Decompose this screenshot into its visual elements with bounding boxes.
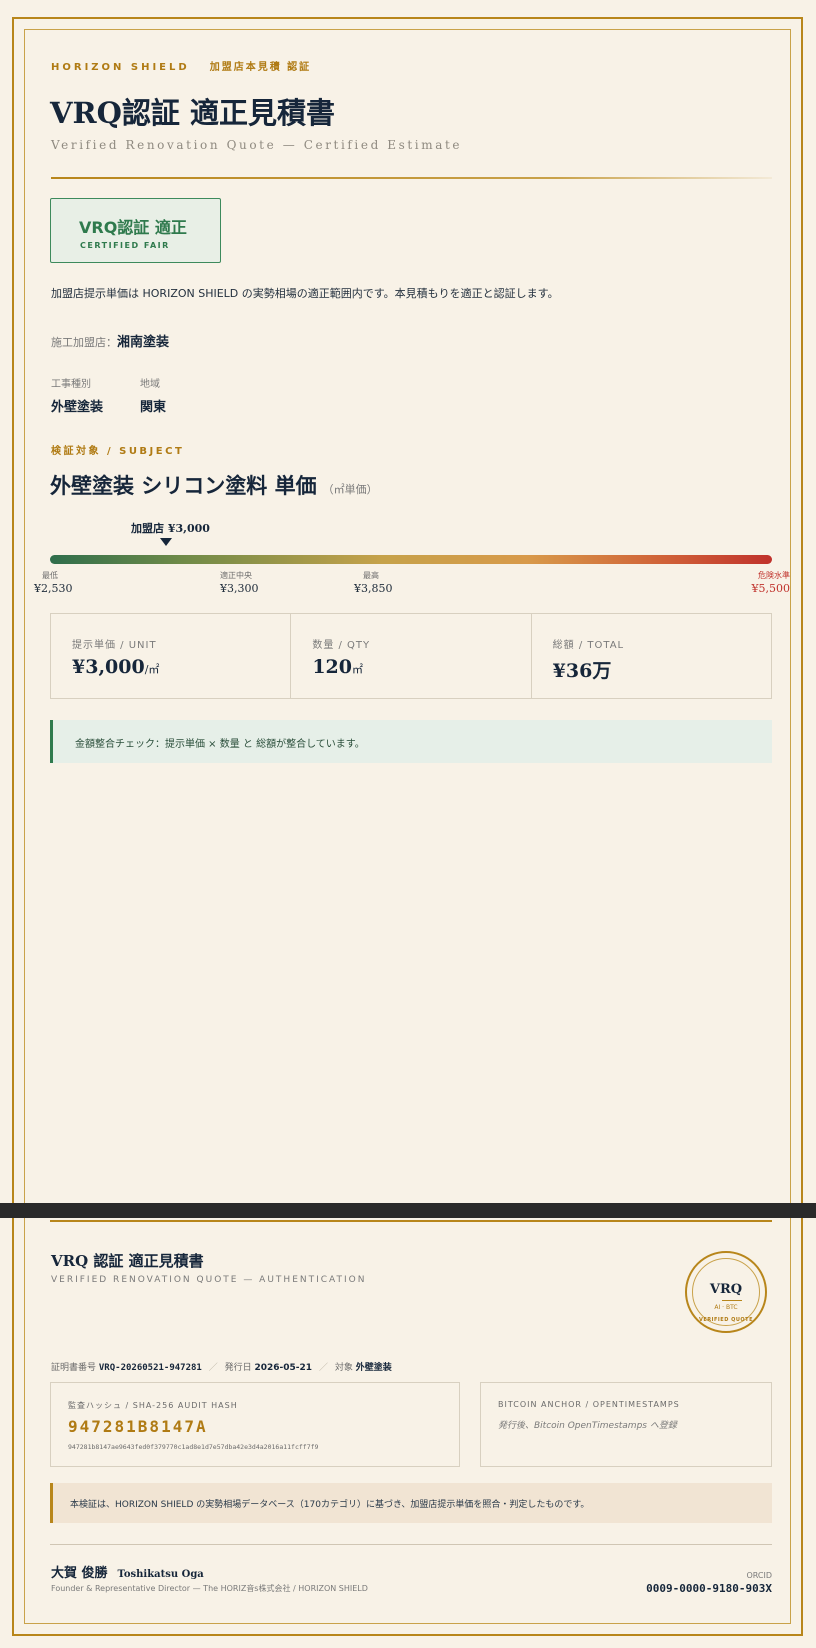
seal-title: VRQ bbox=[709, 1282, 743, 1297]
tick-max-value: ¥3,850 bbox=[354, 582, 393, 595]
page-break-band bbox=[0, 1203, 816, 1218]
tick-max-label: 最高 bbox=[363, 571, 379, 580]
signer-name: 大賀 俊勝 bbox=[51, 1566, 108, 1581]
cert-target: 外壁塗装 bbox=[355, 1363, 392, 1373]
hash-short[interactable]: 947281B8147A bbox=[68, 1417, 208, 1436]
brand-eyebrow: HORIZON SHIELD 加盟店本見積 認証 bbox=[51, 58, 311, 73]
tick-min-value: ¥2,530 bbox=[34, 582, 73, 595]
shop-price-marker-icon bbox=[160, 538, 172, 546]
stamp-subtitle: CERTIFIED FAIR bbox=[80, 241, 170, 250]
shop-name: 湘南塗装 bbox=[117, 335, 170, 350]
certified-fair-stamp: VRQ認証 適正 CERTIFIED FAIR bbox=[50, 198, 221, 263]
tick-danger-value: ¥5,500 bbox=[751, 582, 791, 595]
seal-line2: AI · BTC bbox=[714, 1304, 738, 1311]
tick-center-label: 適正中央 bbox=[220, 571, 252, 580]
cert-subtitle: VERIFIED RENOVATION QUOTE — AUTHENTICATI… bbox=[51, 1275, 367, 1285]
qty-label: 数量 / QTY bbox=[312, 640, 371, 651]
work-type-value: 外壁塗装 bbox=[51, 400, 104, 415]
amount-check-text: 金額整合チェック：提示単価 × 数量 と 総額が整合しています。 bbox=[75, 739, 365, 750]
seal-inner-ring: VRQ AI · BTC VERIFIED QUOTE bbox=[692, 1258, 760, 1326]
tick-center-value: ¥3,300 bbox=[220, 582, 259, 595]
total-label: 総額 / TOTAL bbox=[552, 640, 625, 651]
btc-note: 発行後、Bitcoin OpenTimestamps へ登録 bbox=[498, 1421, 677, 1431]
tick-min-label: 最低 bbox=[42, 571, 58, 580]
bitcoin-anchor-box: BITCOIN ANCHOR / OPENTIMESTAMPS 発行後、Bitc… bbox=[480, 1382, 772, 1467]
signer-role: Founder & Representative Director — The … bbox=[51, 1584, 368, 1593]
qty-card: 数量 / QTY 120㎡ bbox=[291, 614, 532, 698]
total-card: 総額 / TOTAL ¥36万 bbox=[532, 614, 771, 698]
cert-date: 2026-05-21 bbox=[254, 1363, 313, 1373]
region-label: 地域 bbox=[140, 379, 160, 390]
seal-divider bbox=[722, 1300, 742, 1301]
work-type-label: 工事種別 bbox=[51, 379, 91, 390]
subject-unit: （㎡単価） bbox=[322, 483, 378, 496]
btc-label: BITCOIN ANCHOR / OPENTIMESTAMPS bbox=[498, 1400, 680, 1409]
stamp-title: VRQ認証 適正 bbox=[79, 218, 187, 237]
signature-name-row: 大賀 俊勝 Toshikatsu Oga bbox=[51, 1562, 204, 1581]
orcid-id[interactable]: 0009-0000-9180-903X bbox=[646, 1582, 772, 1595]
verdict-text: 加盟店提示単価は HORIZON SHIELD の実勢相場の適正範囲内です。本見… bbox=[51, 287, 559, 300]
shop-price-marker-label: 加盟店 ¥3,000 bbox=[131, 522, 210, 535]
seal-line3: VERIFIED QUOTE bbox=[699, 1317, 753, 1323]
amount-check-box: 金額整合チェック：提示単価 × 数量 と 総額が整合しています。 bbox=[50, 720, 772, 763]
brand-name: HORIZON SHIELD bbox=[51, 62, 190, 73]
eyebrow-subtitle: 加盟店本見積 認証 bbox=[209, 62, 312, 73]
cert-target-label: 対象 bbox=[334, 1363, 353, 1373]
method-note-box: 本検証は、HORIZON SHIELD の実勢相場データベース（170カテゴリ）… bbox=[50, 1483, 772, 1523]
summary-cards: 提示単価 / UNIT ¥3,000/㎡ 数量 / QTY 120㎡ 総額 / … bbox=[50, 613, 772, 699]
subject-title: 外壁塗装 シリコン塗料 単価 bbox=[50, 473, 317, 498]
orcid-label: ORCID bbox=[746, 1571, 772, 1580]
total-value: ¥36万 bbox=[552, 660, 612, 682]
price-range-bar bbox=[50, 555, 772, 564]
qty-value: 120 bbox=[312, 656, 352, 678]
method-note-text: 本検証は、HORIZON SHIELD の実勢相場データベース（170カテゴリ）… bbox=[70, 1500, 590, 1510]
signer-name-en: Toshikatsu Oga bbox=[117, 1569, 204, 1580]
hash-full[interactable]: 947281b8147ae9643fed0f379770c1ad8e1d7e57… bbox=[68, 1443, 318, 1451]
unit-price-suffix: /㎡ bbox=[144, 663, 160, 676]
shop-label: 施工加盟店： bbox=[51, 336, 117, 349]
cert-title: VRQ 認証 適正見積書 bbox=[51, 1252, 204, 1270]
cert-number-label: 証明書番号 bbox=[51, 1363, 97, 1373]
subject-eyebrow: 検証対象 / SUBJECT bbox=[51, 446, 185, 457]
verified-seal: VRQ AI · BTC VERIFIED QUOTE bbox=[685, 1251, 767, 1333]
qty-suffix: ㎡ bbox=[352, 663, 363, 676]
shop-row: 施工加盟店：湘南塗装 bbox=[51, 331, 169, 350]
region-value: 関東 bbox=[140, 400, 167, 415]
header-rule bbox=[51, 177, 772, 179]
tick-danger-label: 危険水準 bbox=[758, 571, 790, 580]
unit-price-value-row: ¥3,000/㎡ bbox=[72, 656, 159, 678]
page-subtitle-en: Verified Renovation Quote — Certified Es… bbox=[51, 138, 463, 152]
page-title: VRQ認証 適正見積書 bbox=[50, 96, 335, 130]
hash-label: 監査ハッシュ / SHA-256 AUDIT HASH bbox=[68, 1401, 238, 1410]
signature-rule bbox=[50, 1544, 772, 1545]
cert-number: VRQ-20260521-947281 bbox=[98, 1363, 202, 1373]
subject-title-row: 外壁塗装 シリコン塗料 単価 （㎡単価） bbox=[50, 470, 378, 500]
qty-value-row: 120㎡ bbox=[312, 656, 363, 678]
unit-price-label: 提示単価 / UNIT bbox=[72, 640, 157, 651]
cert-meta-row: 証明書番号 VRQ-20260521-947281 ／ 発行日 2026-05-… bbox=[51, 1363, 392, 1373]
unit-price-card: 提示単価 / UNIT ¥3,000/㎡ bbox=[51, 614, 292, 698]
audit-hash-box: 監査ハッシュ / SHA-256 AUDIT HASH 947281B8147A… bbox=[50, 1382, 460, 1467]
cert-top-rule bbox=[50, 1220, 772, 1222]
cert-date-label: 発行日 bbox=[224, 1363, 252, 1373]
unit-price-value: ¥3,000 bbox=[72, 656, 145, 678]
